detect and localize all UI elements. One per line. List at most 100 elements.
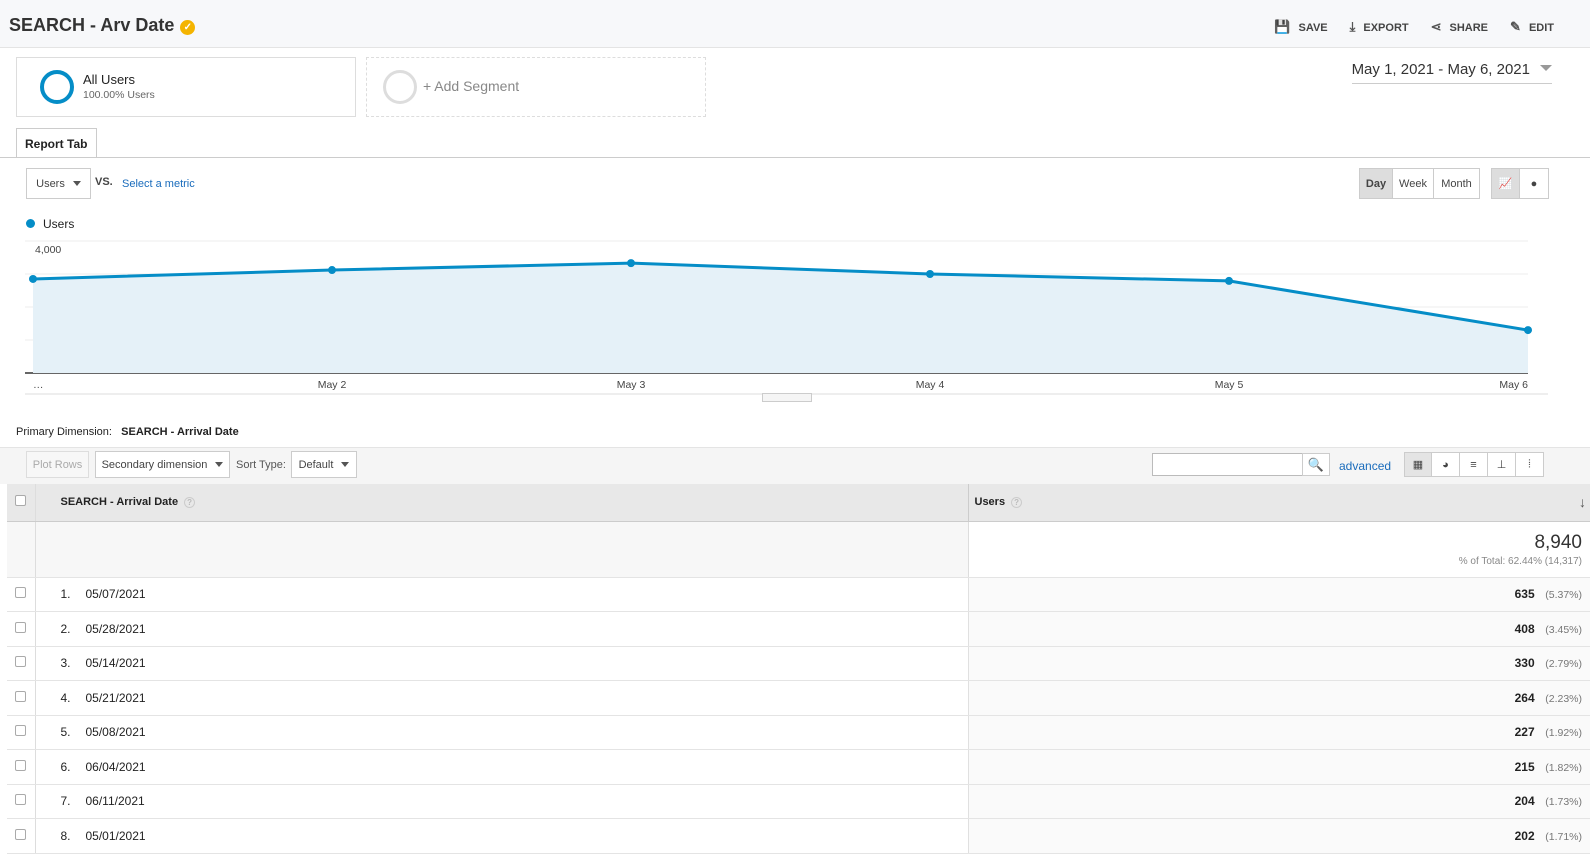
line-chart-icon[interactable]: 📈	[1491, 168, 1520, 199]
add-segment-button[interactable]: + Add Segment	[366, 57, 706, 117]
x-tick-label: …	[33, 379, 44, 391]
segment-all-users[interactable]: All Users 100.00% Users	[16, 57, 356, 117]
row-percent: (3.45%)	[1545, 623, 1582, 636]
export-button[interactable]: ⤓ EXPORT	[1350, 19, 1409, 35]
edit-button[interactable]: ✎ EDIT	[1510, 19, 1554, 35]
row-date[interactable]: 05/08/2021	[86, 725, 146, 739]
row-checkbox[interactable]	[15, 690, 27, 702]
x-tick-label: May 6	[1499, 379, 1528, 391]
data-table: SEARCH - Arrival Date? Users? ↓ 8,940% of…	[7, 484, 1590, 854]
performance-view-icon[interactable]: ≡	[1460, 452, 1488, 477]
pencil-icon: ✎	[1510, 19, 1521, 34]
row-date[interactable]: 06/11/2021	[86, 794, 145, 808]
chevron-down-icon	[215, 462, 224, 467]
row-checkbox[interactable]	[15, 794, 27, 806]
totals-row: 8,940% of Total: 62.44% (14,317)	[7, 521, 1590, 578]
row-number: 6.	[60, 759, 71, 774]
plot-rows-button[interactable]: Plot Rows	[26, 451, 89, 478]
sort-desc-arrow-icon: ↓	[1579, 494, 1586, 510]
row-users: 264	[1514, 690, 1535, 705]
date-range-picker[interactable]: May 1, 2021 - May 6, 2021	[1351, 61, 1552, 84]
column-header-users[interactable]: Users? ↓	[968, 484, 1590, 522]
legend-dot-icon	[26, 219, 35, 228]
help-icon: ?	[1011, 497, 1023, 509]
day-button[interactable]: Day	[1359, 168, 1393, 199]
table-row: 7. 06/11/2021 204 (1.73%)	[7, 784, 1590, 819]
table-row: 1. 05/07/2021 635 (5.37%)	[7, 577, 1590, 612]
save-icon: 💾	[1274, 19, 1291, 34]
metric-dropdown[interactable]: Users	[26, 168, 91, 199]
data-point[interactable]	[627, 259, 635, 268]
data-point[interactable]	[1524, 326, 1532, 335]
column-header-date[interactable]: SEARCH - Arrival Date?	[35, 484, 969, 522]
select-metric-link[interactable]: Select a metric	[122, 178, 195, 190]
row-users: 330	[1514, 656, 1535, 671]
table-row: 5. 05/08/2021 227 (1.92%)	[7, 715, 1590, 750]
comparison-view-icon[interactable]: ⊥	[1488, 452, 1516, 477]
sort-type-dropdown[interactable]: Default	[291, 451, 357, 478]
row-percent: (1.92%)	[1545, 727, 1582, 740]
divider	[0, 157, 1590, 158]
data-point[interactable]	[328, 266, 336, 275]
x-tick-label: May 5	[1215, 379, 1244, 391]
chart-collapse-handle[interactable]	[762, 393, 812, 402]
segment-ring-icon	[40, 70, 74, 104]
share-button[interactable]: ⋖ SHARE	[1431, 19, 1488, 35]
data-point[interactable]	[29, 274, 37, 283]
row-checkbox[interactable]	[15, 656, 27, 668]
row-number: 8.	[60, 828, 71, 843]
table-row: 6. 06/04/2021 215 (1.82%)	[7, 749, 1590, 785]
row-date[interactable]: 05/07/2021	[86, 587, 146, 601]
row-checkbox[interactable]	[15, 828, 27, 840]
secondary-dimension-dropdown[interactable]: Secondary dimension	[95, 451, 230, 478]
y-tick-label: 4,000	[35, 244, 61, 256]
tab-report[interactable]: Report Tab	[16, 128, 97, 158]
row-users: 408	[1514, 621, 1535, 636]
motion-chart-icon[interactable]: ●	[1520, 168, 1549, 199]
chart-type-toggle: 📈 ●	[1491, 168, 1549, 199]
pivot-view-icon[interactable]: ⦙	[1516, 452, 1544, 477]
report-title: SEARCH - Arv Date ✓	[9, 15, 196, 36]
data-point[interactable]	[1225, 276, 1233, 285]
row-date[interactable]: 06/04/2021	[86, 760, 146, 774]
row-users: 215	[1514, 759, 1535, 774]
row-percent: (5.37%)	[1545, 589, 1582, 602]
row-date[interactable]: 05/14/2021	[86, 656, 146, 670]
x-tick-label: May 4	[916, 379, 945, 391]
row-checkbox[interactable]	[15, 587, 27, 599]
row-number: 1.	[60, 587, 71, 602]
chevron-down-icon	[72, 181, 81, 186]
row-checkbox[interactable]	[15, 759, 27, 771]
advanced-link[interactable]: advanced	[1339, 459, 1391, 473]
row-users: 202	[1514, 828, 1535, 843]
row-date[interactable]: 05/01/2021	[86, 829, 146, 843]
table-view-toggle: ▦ ◕ ≡ ⊥ ⦙	[1404, 452, 1544, 477]
select-all-checkbox[interactable]	[15, 495, 27, 507]
row-number: 5.	[60, 725, 71, 740]
row-users: 204	[1514, 794, 1535, 809]
chevron-down-icon	[1540, 65, 1552, 71]
header-actions: 💾 SAVE ⤓ EXPORT ⋖ SHARE ✎ EDIT	[1274, 19, 1554, 35]
table-search-input[interactable]	[1152, 453, 1303, 476]
table-row: 4. 05/21/2021 264 (2.23%)	[7, 680, 1590, 716]
row-number: 4.	[60, 690, 71, 705]
data-point[interactable]	[926, 270, 934, 278]
search-icon[interactable]: 🔍	[1302, 453, 1330, 476]
row-percent: (1.73%)	[1545, 796, 1582, 809]
row-checkbox[interactable]	[15, 621, 27, 633]
table-view-icon[interactable]: ▦	[1404, 452, 1432, 477]
row-number: 3.	[60, 656, 71, 671]
save-button[interactable]: 💾 SAVE	[1274, 19, 1327, 35]
row-number: 2.	[60, 621, 71, 636]
granularity-toggle: Day Week Month	[1359, 168, 1480, 199]
row-users: 227	[1514, 725, 1535, 740]
row-checkbox[interactable]	[15, 725, 27, 737]
row-date[interactable]: 05/21/2021	[86, 691, 146, 705]
month-button[interactable]: Month	[1434, 168, 1480, 199]
week-button[interactable]: Week	[1393, 168, 1434, 199]
users-chart: 2,0004,000…May 2May 3May 4May 5May 6	[25, 240, 1548, 395]
pie-view-icon[interactable]: ◕	[1432, 452, 1460, 477]
row-date[interactable]: 05/28/2021	[86, 622, 146, 636]
help-icon: ?	[184, 497, 196, 509]
table-row: 2. 05/28/2021 408 (3.45%)	[7, 611, 1590, 647]
